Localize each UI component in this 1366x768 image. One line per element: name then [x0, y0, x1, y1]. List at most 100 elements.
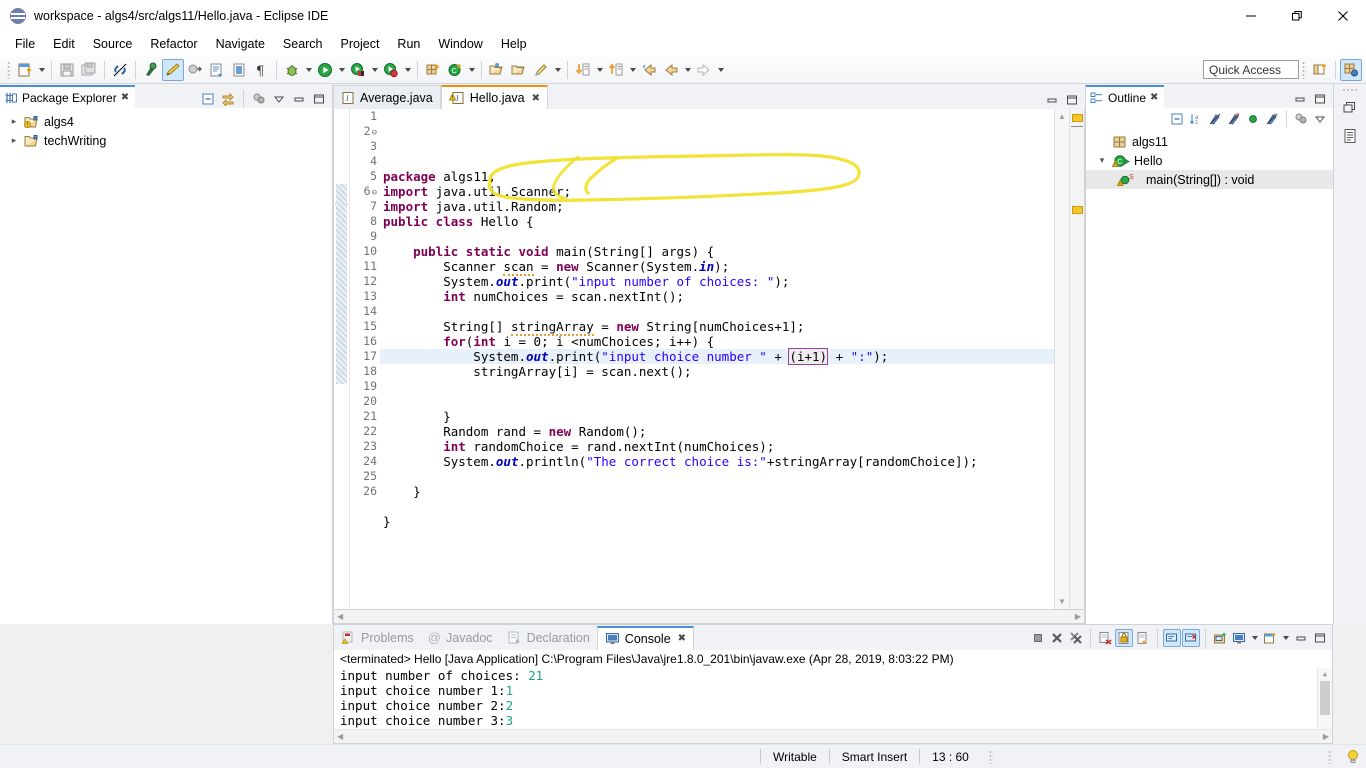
view-menu-icon[interactable] — [1311, 110, 1329, 128]
scroll-down-icon[interactable]: ▼ — [1055, 594, 1069, 609]
editor-tab-average-java[interactable]: J Average.java — [333, 85, 441, 109]
console-output-area[interactable]: input number of choices: 21input choice … — [334, 668, 1332, 729]
maximize-icon[interactable] — [1311, 629, 1329, 647]
code-line[interactable]: } — [380, 514, 1054, 529]
code-line[interactable] — [380, 394, 1054, 409]
quick-access-input[interactable]: Quick Access — [1203, 60, 1299, 79]
scroll-right-icon[interactable]: ▶ — [1075, 612, 1081, 621]
hide-local-types-icon[interactable]: L — [1263, 110, 1281, 128]
hide-fields-icon[interactable] — [1206, 110, 1224, 128]
code-line[interactable]: System.out.print("input number of choice… — [380, 274, 1054, 289]
link-break-icon[interactable] — [109, 59, 131, 81]
code-line[interactable] — [380, 544, 1054, 559]
code-line[interactable]: } — [380, 409, 1054, 424]
tab-problems[interactable]: Problems — [334, 626, 421, 650]
back-dropdown-arrow[interactable] — [682, 59, 693, 81]
toolbar-grip[interactable] — [7, 61, 11, 79]
previous-edit-location-icon[interactable] — [605, 59, 627, 81]
run-icon[interactable] — [314, 59, 336, 81]
toggle-mark-occurrences-icon[interactable] — [140, 59, 162, 81]
new-console-view-icon[interactable] — [1230, 629, 1248, 647]
minimize-icon[interactable] — [1292, 629, 1310, 647]
open-perspective-icon[interactable] — [1309, 59, 1331, 81]
code-line[interactable] — [380, 499, 1054, 514]
code-line[interactable]: for(int i = 0; i <numChoices; i++) { — [380, 334, 1054, 349]
code-line[interactable]: } — [380, 484, 1054, 499]
run-external-tools-dropdown-arrow[interactable] — [402, 59, 413, 81]
terminate-icon[interactable] — [1029, 629, 1047, 647]
minimize-icon[interactable] — [1291, 90, 1309, 108]
display-selected-console-icon[interactable] — [1182, 629, 1200, 647]
scroll-lock-icon[interactable] — [1115, 629, 1133, 647]
console-tab-close-icon[interactable]: ✖ — [678, 633, 686, 644]
code-line[interactable]: System.out.println("The correct choice i… — [380, 454, 1054, 469]
remove-launch-icon[interactable] — [1048, 629, 1066, 647]
status-grip[interactable] — [989, 750, 993, 764]
run-coverage-dropdown-arrow[interactable] — [369, 59, 380, 81]
editor-vertical-scrollbar[interactable]: ▲ ▼ — [1054, 109, 1069, 609]
code-line[interactable] — [380, 529, 1054, 544]
code-line[interactable]: public class Hello { — [380, 214, 1054, 229]
tree-item-algs4[interactable]: ▸ ! algs4 — [0, 112, 332, 131]
code-line[interactable]: int randomChoice = rand.nextInt(numChoic… — [380, 439, 1054, 454]
menu-window[interactable]: Window — [429, 34, 491, 54]
save-all-icon[interactable] — [78, 59, 100, 81]
menu-source[interactable]: Source — [84, 34, 142, 54]
scroll-left-icon[interactable]: ◀ — [337, 612, 343, 621]
hide-static-icon[interactable]: S — [1225, 110, 1243, 128]
editor-horizontal-scrollbar[interactable]: ◀ ▶ — [333, 610, 1085, 624]
menu-project[interactable]: Project — [332, 34, 389, 54]
code-line[interactable] — [380, 229, 1054, 244]
overview-warning-marker[interactable] — [1072, 114, 1083, 122]
lightbulb-icon[interactable] — [1344, 748, 1362, 766]
scroll-right-icon[interactable]: ▶ — [1323, 732, 1329, 741]
maximize-icon[interactable] — [310, 90, 328, 108]
tab-javadoc[interactable]: @ Javadoc — [421, 626, 500, 650]
code-line[interactable]: package algs11; — [380, 169, 1054, 184]
back-icon[interactable] — [660, 59, 682, 81]
console-horizontal-scrollbar[interactable]: ◀ ▶ — [334, 729, 1332, 743]
chevron-down-icon[interactable]: ▾ — [1096, 155, 1108, 167]
chevron-right-icon[interactable]: ▸ — [8, 116, 20, 128]
fast-view-grip[interactable] — [1342, 88, 1358, 93]
overview-warning-marker[interactable] — [1072, 206, 1083, 214]
console-output-text[interactable]: input number of choices: 21input choice … — [334, 668, 1317, 729]
pin-console-icon[interactable] — [1163, 629, 1181, 647]
folding-collapse-icon[interactable]: ⊖ — [372, 188, 377, 198]
maximize-icon[interactable] — [1311, 90, 1329, 108]
hide-nonpublic-icon[interactable] — [1244, 110, 1262, 128]
view-filters-icon[interactable] — [250, 90, 268, 108]
open-type-icon[interactable] — [228, 59, 250, 81]
menu-search[interactable]: Search — [274, 34, 332, 54]
tab-outline[interactable]: Outline ✖ — [1086, 85, 1164, 108]
code-line[interactable]: Scanner scan = new Scanner(System.in); — [380, 259, 1054, 274]
word-wrap-icon[interactable] — [1134, 629, 1152, 647]
open-console-menu-icon[interactable] — [1261, 629, 1279, 647]
minimize-button[interactable] — [1228, 0, 1274, 32]
remove-all-terminated-icon[interactable] — [1067, 629, 1085, 647]
console-scroll-thumb[interactable] — [1320, 681, 1330, 715]
outline-item-class[interactable]: ▾ C ! Hello — [1086, 151, 1333, 170]
open-console-menu-dropdown-arrow[interactable] — [1280, 627, 1291, 649]
view-menu-icon[interactable] — [270, 90, 288, 108]
editor-code[interactable]: package algs11;import java.util.Scanner;… — [380, 109, 1054, 609]
open-console-icon[interactable] — [1211, 629, 1229, 647]
new-wizard-icon[interactable] — [14, 59, 36, 81]
minimize-icon[interactable] — [1043, 91, 1061, 109]
folding-collapse-icon[interactable]: ⊖ — [372, 128, 377, 138]
sort-icon[interactable]: a z — [1187, 110, 1205, 128]
code-line[interactable]: int numChoices = scan.nextInt(); — [380, 289, 1054, 304]
next-edit-location-icon[interactable] — [572, 59, 594, 81]
tab-declaration[interactable]: Declaration — [500, 626, 597, 650]
console-vertical-scrollbar[interactable]: ▲ — [1317, 668, 1332, 729]
open-task-icon[interactable] — [206, 59, 228, 81]
menu-navigate[interactable]: Navigate — [207, 34, 274, 54]
chevron-right-icon[interactable]: ▸ — [8, 135, 20, 147]
scroll-left-icon[interactable]: ◀ — [337, 732, 343, 741]
code-line[interactable]: import java.util.Scanner; — [380, 184, 1054, 199]
tree-item-techwriting[interactable]: ▸ techWriting — [0, 131, 332, 150]
pilcrow-icon[interactable]: ¶ — [250, 59, 272, 81]
forward-icon[interactable] — [693, 59, 715, 81]
editor-overview-ruler[interactable] — [1069, 109, 1084, 609]
previous-edit-dropdown-arrow[interactable] — [627, 59, 638, 81]
